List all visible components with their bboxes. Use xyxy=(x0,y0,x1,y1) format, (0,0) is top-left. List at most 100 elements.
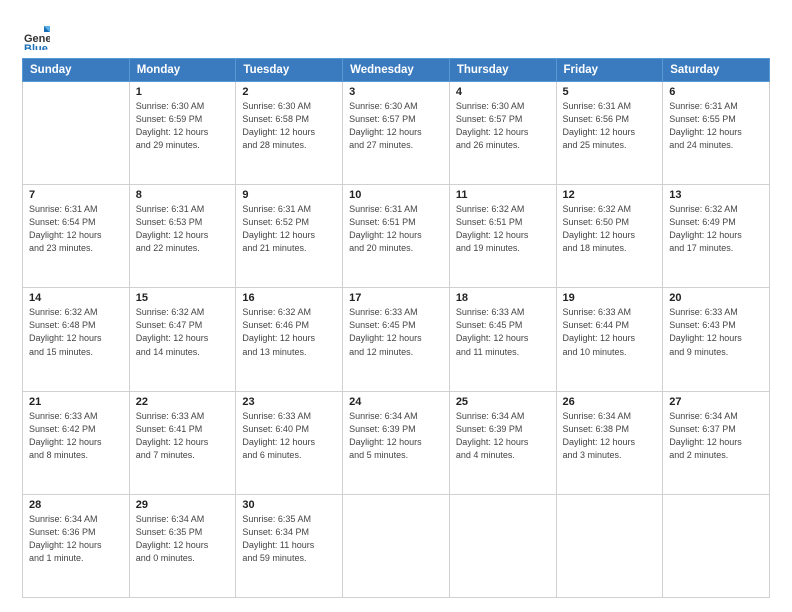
svg-text:Blue: Blue xyxy=(24,43,48,50)
day-number: 14 xyxy=(29,292,123,304)
calendar-cell: 18 Sunrise: 6:33 AM Sunset: 6:45 PM Dayli… xyxy=(449,288,556,391)
calendar-cell: 22 Sunrise: 6:33 AM Sunset: 6:41 PM Dayli… xyxy=(129,391,236,494)
day-info: Sunrise: 6:35 AM Sunset: 6:34 PM Dayligh… xyxy=(242,513,336,565)
day-number: 2 xyxy=(242,86,336,98)
day-info: Sunrise: 6:34 AM Sunset: 6:35 PM Dayligh… xyxy=(136,513,230,565)
calendar-cell: 28Sunrise: 6:34 AM Sunset: 6:36 PM Dayli… xyxy=(23,494,130,597)
calendar-cell: 27 Sunrise: 6:34 AM Sunset: 6:37 PM Dayli… xyxy=(663,391,770,494)
day-info: Sunrise: 6:31 AM Sunset: 6:55 PM Dayligh… xyxy=(669,100,763,152)
day-info: Sunrise: 6:31 AM Sunset: 6:56 PM Dayligh… xyxy=(563,100,657,152)
day-number: 21 xyxy=(29,396,123,408)
weekday-header-row: SundayMondayTuesdayWednesdayThursdayFrid… xyxy=(23,59,770,82)
day-number: 15 xyxy=(136,292,230,304)
calendar-cell: 8 Sunrise: 6:31 AM Sunset: 6:53 PM Daylig… xyxy=(129,185,236,288)
day-info: Sunrise: 6:34 AM Sunset: 6:39 PM Dayligh… xyxy=(349,410,443,462)
calendar-cell: 5 Sunrise: 6:31 AM Sunset: 6:56 PM Daylig… xyxy=(556,82,663,185)
calendar-cell: 3 Sunrise: 6:30 AM Sunset: 6:57 PM Daylig… xyxy=(343,82,450,185)
calendar-cell: 30 Sunrise: 6:35 AM Sunset: 6:34 PM Dayli… xyxy=(236,494,343,597)
calendar-cell: 19 Sunrise: 6:33 AM Sunset: 6:44 PM Dayli… xyxy=(556,288,663,391)
calendar-cell: 2 Sunrise: 6:30 AM Sunset: 6:58 PM Daylig… xyxy=(236,82,343,185)
week-row-1: 1Sunrise: 6:30 AM Sunset: 6:59 PM Daylig… xyxy=(23,82,770,185)
week-row-5: 28Sunrise: 6:34 AM Sunset: 6:36 PM Dayli… xyxy=(23,494,770,597)
calendar-cell: 12 Sunrise: 6:32 AM Sunset: 6:50 PM Dayli… xyxy=(556,185,663,288)
week-row-2: 7 Sunrise: 6:31 AM Sunset: 6:54 PM Daylig… xyxy=(23,185,770,288)
day-number: 22 xyxy=(136,396,230,408)
day-number: 20 xyxy=(669,292,763,304)
day-number: 30 xyxy=(242,499,336,511)
day-info: Sunrise: 6:33 AM Sunset: 6:40 PM Dayligh… xyxy=(242,410,336,462)
day-info: Sunrise: 6:30 AM Sunset: 6:58 PM Dayligh… xyxy=(242,100,336,152)
weekday-header-sunday: Sunday xyxy=(23,59,130,82)
weekday-header-wednesday: Wednesday xyxy=(343,59,450,82)
day-number: 8 xyxy=(136,189,230,201)
day-number: 13 xyxy=(669,189,763,201)
day-info: Sunrise: 6:33 AM Sunset: 6:45 PM Dayligh… xyxy=(456,306,550,358)
day-number: 25 xyxy=(456,396,550,408)
day-number: 5 xyxy=(563,86,657,98)
calendar-cell: 10 Sunrise: 6:31 AM Sunset: 6:51 PM Dayli… xyxy=(343,185,450,288)
calendar-cell: 1Sunrise: 6:30 AM Sunset: 6:59 PM Daylig… xyxy=(129,82,236,185)
day-info: Sunrise: 6:34 AM Sunset: 6:39 PM Dayligh… xyxy=(456,410,550,462)
logo: General Blue xyxy=(22,22,54,50)
calendar-cell xyxy=(663,494,770,597)
day-info: Sunrise: 6:32 AM Sunset: 6:48 PM Dayligh… xyxy=(29,306,123,358)
day-number: 10 xyxy=(349,189,443,201)
calendar-cell: 14 Sunrise: 6:32 AM Sunset: 6:48 PM Dayli… xyxy=(23,288,130,391)
day-info: Sunrise: 6:34 AM Sunset: 6:38 PM Dayligh… xyxy=(563,410,657,462)
calendar-cell: 9Sunrise: 6:31 AM Sunset: 6:52 PM Daylig… xyxy=(236,185,343,288)
calendar-cell: 6 Sunrise: 6:31 AM Sunset: 6:55 PM Daylig… xyxy=(663,82,770,185)
day-number: 24 xyxy=(349,396,443,408)
day-info: Sunrise: 6:33 AM Sunset: 6:43 PM Dayligh… xyxy=(669,306,763,358)
day-info: Sunrise: 6:32 AM Sunset: 6:50 PM Dayligh… xyxy=(563,203,657,255)
day-info: Sunrise: 6:31 AM Sunset: 6:53 PM Dayligh… xyxy=(136,203,230,255)
day-info: Sunrise: 6:31 AM Sunset: 6:51 PM Dayligh… xyxy=(349,203,443,255)
calendar-cell: 7 Sunrise: 6:31 AM Sunset: 6:54 PM Daylig… xyxy=(23,185,130,288)
calendar-table: SundayMondayTuesdayWednesdayThursdayFrid… xyxy=(22,58,770,598)
calendar-cell: 20 Sunrise: 6:33 AM Sunset: 6:43 PM Dayli… xyxy=(663,288,770,391)
day-info: Sunrise: 6:33 AM Sunset: 6:42 PM Dayligh… xyxy=(29,410,123,462)
day-number: 17 xyxy=(349,292,443,304)
day-number: 19 xyxy=(563,292,657,304)
calendar-cell: 26 Sunrise: 6:34 AM Sunset: 6:38 PM Dayli… xyxy=(556,391,663,494)
calendar-cell: 29Sunrise: 6:34 AM Sunset: 6:35 PM Dayli… xyxy=(129,494,236,597)
weekday-header-friday: Friday xyxy=(556,59,663,82)
day-number: 3 xyxy=(349,86,443,98)
day-number: 23 xyxy=(242,396,336,408)
day-number: 18 xyxy=(456,292,550,304)
calendar-cell xyxy=(23,82,130,185)
calendar-cell: 21 Sunrise: 6:33 AM Sunset: 6:42 PM Dayli… xyxy=(23,391,130,494)
calendar-cell: 24 Sunrise: 6:34 AM Sunset: 6:39 PM Dayli… xyxy=(343,391,450,494)
calendar-cell xyxy=(556,494,663,597)
calendar-cell: 4 Sunrise: 6:30 AM Sunset: 6:57 PM Daylig… xyxy=(449,82,556,185)
calendar-cell: 25 Sunrise: 6:34 AM Sunset: 6:39 PM Dayli… xyxy=(449,391,556,494)
calendar-cell: 16Sunrise: 6:32 AM Sunset: 6:46 PM Dayli… xyxy=(236,288,343,391)
day-info: Sunrise: 6:33 AM Sunset: 6:45 PM Dayligh… xyxy=(349,306,443,358)
day-number: 4 xyxy=(456,86,550,98)
calendar-cell xyxy=(343,494,450,597)
day-number: 11 xyxy=(456,189,550,201)
weekday-header-tuesday: Tuesday xyxy=(236,59,343,82)
day-info: Sunrise: 6:32 AM Sunset: 6:49 PM Dayligh… xyxy=(669,203,763,255)
day-number: 1 xyxy=(136,86,230,98)
day-number: 27 xyxy=(669,396,763,408)
day-number: 12 xyxy=(563,189,657,201)
day-info: Sunrise: 6:31 AM Sunset: 6:54 PM Dayligh… xyxy=(29,203,123,255)
day-info: Sunrise: 6:34 AM Sunset: 6:37 PM Dayligh… xyxy=(669,410,763,462)
week-row-3: 14 Sunrise: 6:32 AM Sunset: 6:48 PM Dayli… xyxy=(23,288,770,391)
calendar-cell: 15Sunrise: 6:32 AM Sunset: 6:47 PM Dayli… xyxy=(129,288,236,391)
day-info: Sunrise: 6:33 AM Sunset: 6:44 PM Dayligh… xyxy=(563,306,657,358)
weekday-header-thursday: Thursday xyxy=(449,59,556,82)
day-info: Sunrise: 6:32 AM Sunset: 6:51 PM Dayligh… xyxy=(456,203,550,255)
day-number: 7 xyxy=(29,189,123,201)
page-header: General Blue xyxy=(22,18,770,50)
day-info: Sunrise: 6:34 AM Sunset: 6:36 PM Dayligh… xyxy=(29,513,123,565)
day-info: Sunrise: 6:30 AM Sunset: 6:57 PM Dayligh… xyxy=(349,100,443,152)
day-info: Sunrise: 6:30 AM Sunset: 6:57 PM Dayligh… xyxy=(456,100,550,152)
calendar-cell xyxy=(449,494,556,597)
calendar-cell: 11 Sunrise: 6:32 AM Sunset: 6:51 PM Dayli… xyxy=(449,185,556,288)
day-number: 26 xyxy=(563,396,657,408)
day-number: 9 xyxy=(242,189,336,201)
day-number: 16 xyxy=(242,292,336,304)
day-info: Sunrise: 6:33 AM Sunset: 6:41 PM Dayligh… xyxy=(136,410,230,462)
day-number: 6 xyxy=(669,86,763,98)
